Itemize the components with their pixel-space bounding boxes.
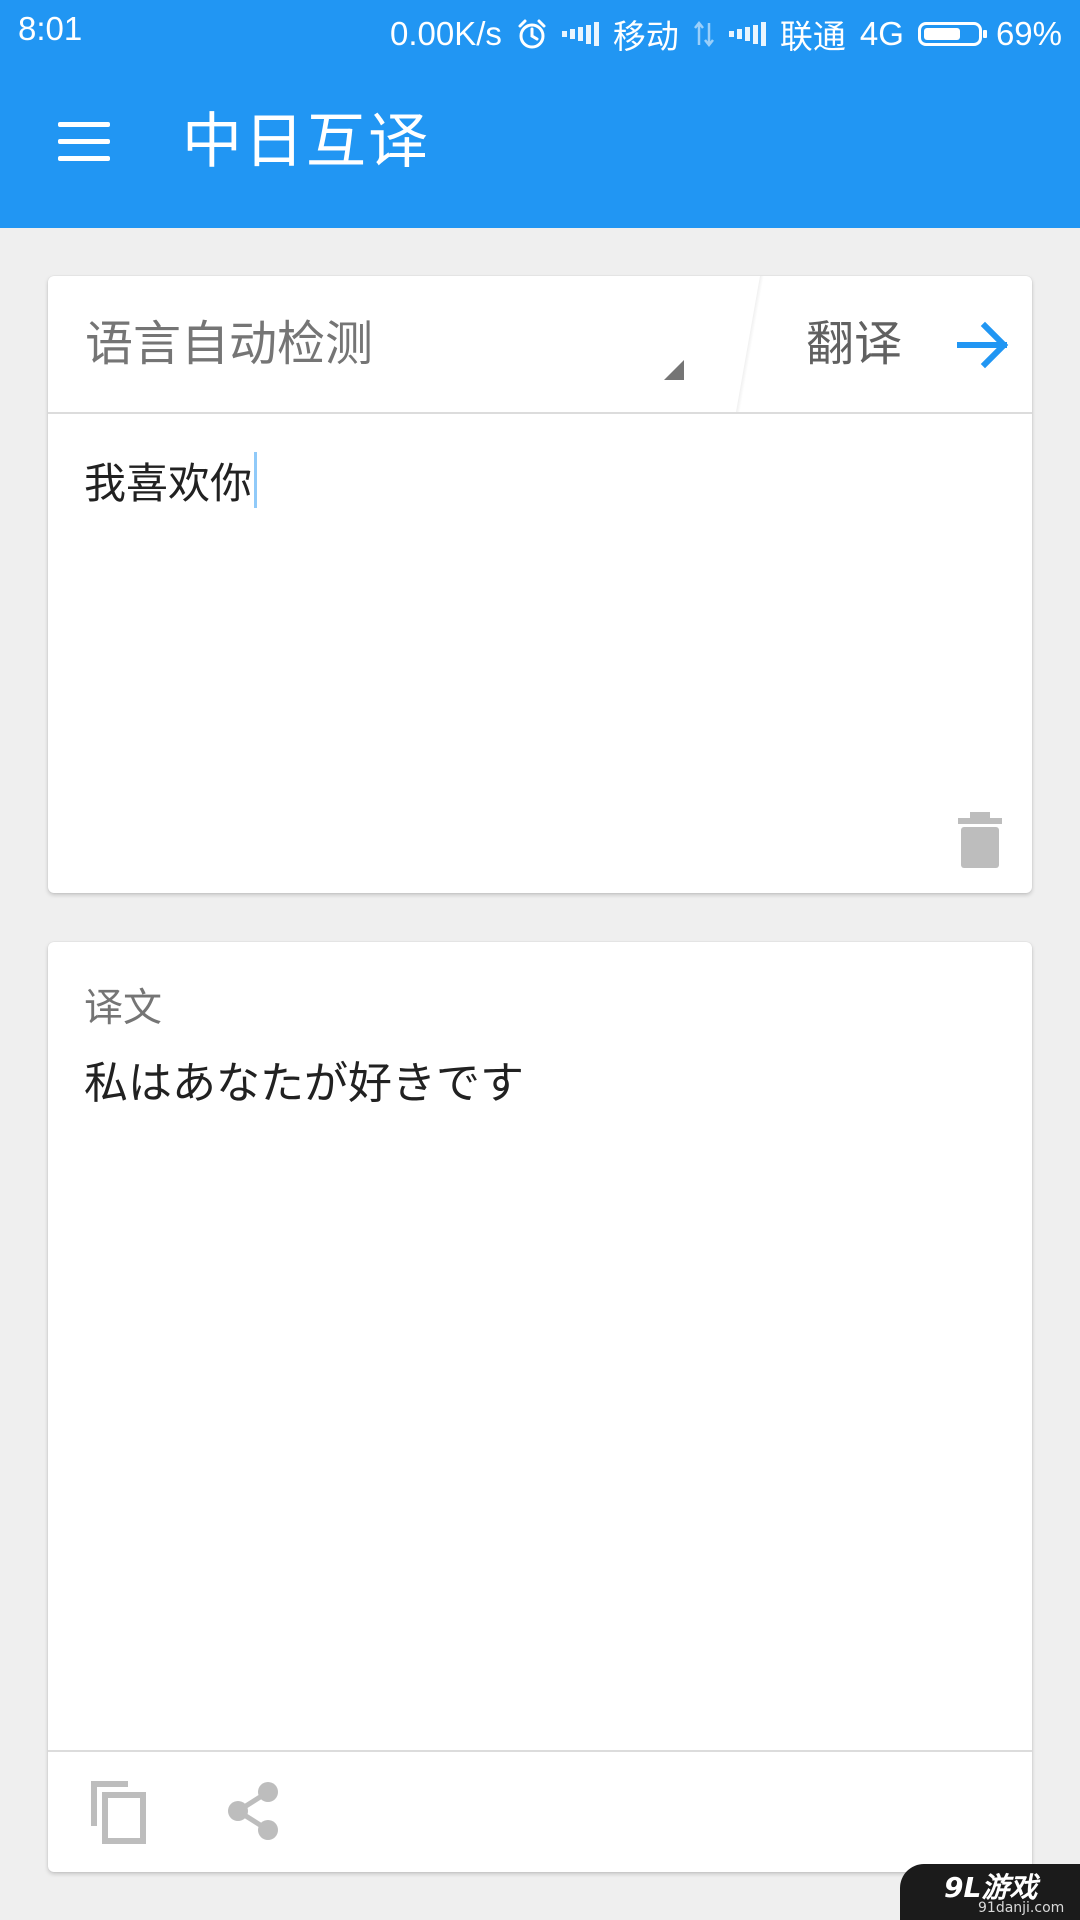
result-text: 私はあなたが好きです	[84, 1058, 524, 1109]
source-text: 我喜欢你	[84, 459, 253, 508]
language-select[interactable]: 语言自动检测	[48, 276, 734, 412]
result-label: 译文	[84, 986, 163, 1031]
battery-percent: 69%	[995, 15, 1062, 52]
output-card: 译文 私はあなたが好きです	[48, 942, 1032, 1872]
battery-icon	[917, 22, 987, 46]
signal-icon	[728, 21, 766, 47]
network-type: 4G	[859, 15, 904, 52]
translate-button[interactable]: 翻译	[760, 276, 1032, 412]
result-actions	[48, 1750, 1032, 1872]
watermark-logo: 9L游戏 91danji.com	[900, 1864, 1080, 1920]
source-text-input[interactable]: 我喜欢你	[84, 452, 258, 514]
signal-icon	[561, 21, 599, 47]
dropdown-triangle-icon	[664, 360, 684, 380]
carrier-unicom: 联通	[779, 18, 846, 55]
app-title: 中日互译	[182, 107, 430, 177]
status-bar: 8:01 0.00K/s 移动 联通 4G 69%	[0, 0, 1080, 60]
alarm-icon	[516, 18, 548, 50]
copy-icon[interactable]	[88, 1780, 148, 1844]
arrow-right-icon	[956, 320, 1012, 370]
translate-button-label: 翻译	[806, 316, 903, 372]
language-row: 语言自动检测 翻译	[48, 276, 1032, 414]
network-speed: 0.00K/s	[389, 15, 502, 52]
share-icon[interactable]	[224, 1780, 284, 1842]
status-time: 8:01	[18, 10, 83, 47]
data-transfer-icon	[693, 19, 715, 49]
watermark-site: 91danji.com	[978, 1900, 1065, 1916]
carrier-mobile: 移动	[612, 18, 679, 55]
input-card: 语言自动检测 翻译 我喜欢你	[48, 276, 1032, 893]
trash-icon[interactable]	[958, 812, 1002, 868]
app-bar: 中日互译	[0, 60, 1080, 228]
status-right-group: 0.00K/s 移动 联通 4G 69%	[390, 10, 1062, 58]
text-cursor	[254, 452, 258, 508]
language-select-label: 语言自动检测	[85, 316, 374, 372]
menu-icon[interactable]	[58, 122, 110, 162]
